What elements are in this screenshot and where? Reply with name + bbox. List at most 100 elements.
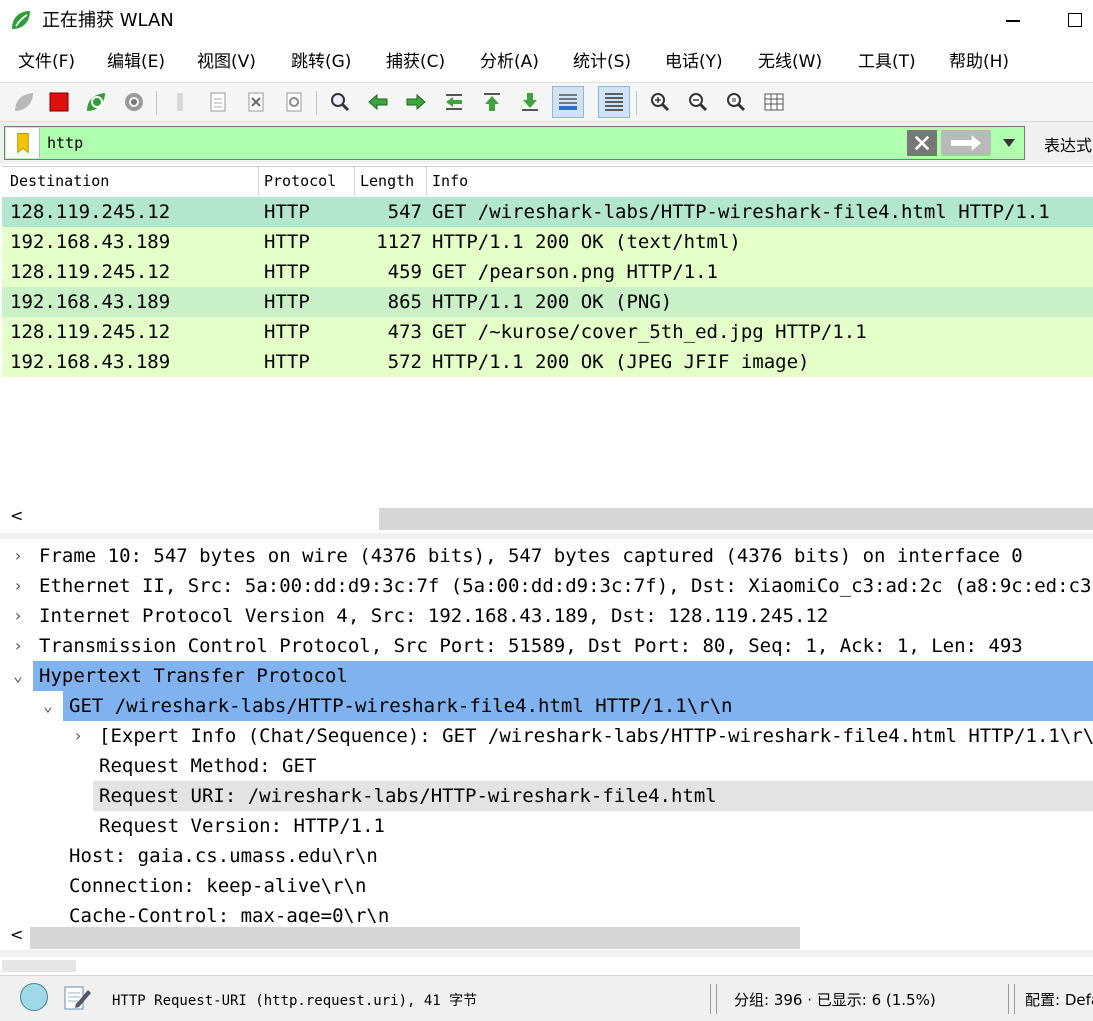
cell-protocol: HTTP: [264, 291, 310, 313]
cell-protocol: HTTP: [264, 201, 310, 223]
packet-row[interactable]: 128.119.245.12 HTTP 473 GET /~kurose/cov…: [2, 317, 1093, 347]
resize-columns-icon[interactable]: [758, 86, 790, 118]
restart-capture-icon[interactable]: [80, 86, 112, 118]
cell-length: 865: [387, 291, 422, 313]
scrollbar-thumb[interactable]: [30, 927, 800, 949]
packet-list-hscrollbar[interactable]: <: [2, 504, 1093, 532]
menu-go[interactable]: 跳转(G): [291, 50, 351, 74]
column-divider[interactable]: [354, 167, 355, 197]
detail-cache-control[interactable]: Cache-Control: max-age=0\r\n: [2, 901, 1093, 924]
menu-bar: 文件(F) 编辑(E) 视图(V) 跳转(G) 捕获(C) 分析(A) 统计(S…: [0, 42, 1093, 82]
zoom-in-icon[interactable]: [644, 86, 676, 118]
detail-http-request-line[interactable]: ⌄ GET /wireshark-labs/HTTP-wireshark-fil…: [2, 691, 1093, 721]
reload-file-icon[interactable]: [278, 86, 310, 118]
detail-ethernet[interactable]: › Ethernet II, Src: 5a:00:dd:d9:3c:7f (5…: [2, 571, 1093, 601]
scroll-left-icon[interactable]: <: [10, 504, 23, 528]
cell-length: 547: [387, 201, 422, 223]
detail-text: Connection: keep-alive\r\n: [69, 875, 367, 897]
column-divider[interactable]: [258, 167, 259, 197]
go-last-packet-icon[interactable]: [514, 86, 546, 118]
detail-request-method[interactable]: Request Method: GET: [2, 751, 1093, 781]
collapse-chevron-icon[interactable]: ⌄: [38, 691, 58, 721]
menu-file[interactable]: 文件(F): [18, 50, 75, 74]
detail-text: Request URI: /wireshark-labs/HTTP-wiresh…: [93, 781, 1093, 811]
details-hscrollbar[interactable]: <: [2, 923, 1093, 949]
capture-comment-icon[interactable]: [62, 982, 92, 1012]
go-to-packet-icon[interactable]: [438, 86, 470, 118]
detail-frame[interactable]: › Frame 10: 547 bytes on wire (4376 bits…: [2, 541, 1093, 571]
go-back-icon[interactable]: [362, 86, 394, 118]
expression-button[interactable]: 表达式: [1044, 132, 1092, 156]
zoom-reset-icon[interactable]: [720, 86, 752, 118]
column-header-info[interactable]: Info: [432, 172, 468, 190]
pane-splitter[interactable]: [0, 950, 1093, 957]
column-header-destination[interactable]: Destination: [10, 172, 109, 190]
menu-tools[interactable]: 工具(T): [858, 50, 916, 74]
apply-filter-arrow-icon[interactable]: [941, 130, 991, 156]
filter-history-dropdown-icon[interactable]: [995, 130, 1023, 156]
display-filter-field: [4, 126, 1025, 160]
collapse-chevron-icon[interactable]: ⌄: [8, 661, 28, 691]
menu-capture[interactable]: 捕获(C): [386, 50, 445, 74]
expand-chevron-icon[interactable]: ›: [8, 631, 28, 661]
packet-row[interactable]: 192.168.43.189 HTTP 1127 HTTP/1.1 200 OK…: [2, 227, 1093, 257]
detail-text: Hypertext Transfer Protocol: [33, 661, 1093, 691]
detail-connection[interactable]: Connection: keep-alive\r\n: [2, 871, 1093, 901]
expand-chevron-icon[interactable]: ›: [8, 571, 28, 601]
profile-label[interactable]: 配置: Default: [1025, 989, 1093, 1010]
expert-info-status-icon[interactable]: [20, 983, 48, 1011]
scrollbar-thumb[interactable]: [379, 508, 1093, 530]
expand-chevron-icon[interactable]: ›: [8, 601, 28, 631]
menu-wireless[interactable]: 无线(W): [758, 50, 822, 74]
scroll-left-icon[interactable]: <: [10, 923, 23, 947]
go-forward-icon[interactable]: [400, 86, 432, 118]
detail-text: Request Method: GET: [99, 755, 317, 777]
packet-row[interactable]: 192.168.43.189 HTTP 572 HTTP/1.1 200 OK …: [2, 347, 1093, 377]
maximize-button[interactable]: [1068, 13, 1082, 27]
menu-telephony[interactable]: 电话(Y): [665, 50, 723, 74]
packet-row[interactable]: 128.119.245.12 HTTP 459 GET /pearson.png…: [2, 257, 1093, 287]
column-header-protocol[interactable]: Protocol: [264, 172, 336, 190]
detail-expert-info[interactable]: › [Expert Info (Chat/Sequence): GET /wir…: [2, 721, 1093, 751]
menu-view[interactable]: 视图(V): [197, 50, 256, 74]
stop-capture-icon[interactable]: [43, 86, 75, 118]
auto-scroll-icon[interactable]: [552, 86, 584, 118]
cell-info: GET /~kurose/cover_5th_ed.jpg HTTP/1.1: [432, 321, 867, 343]
display-filter-input[interactable]: [41, 128, 905, 158]
start-capture-icon[interactable]: [8, 86, 40, 118]
detail-request-version[interactable]: Request Version: HTTP/1.1: [2, 811, 1093, 841]
status-separator: [1008, 984, 1009, 1014]
expand-chevron-icon[interactable]: ›: [8, 541, 28, 571]
pane-splitter[interactable]: [0, 533, 1093, 539]
packet-row-selected[interactable]: 128.119.245.12 HTTP 547 GET /wireshark-l…: [2, 197, 1093, 227]
save-file-icon[interactable]: [202, 86, 234, 118]
detail-http[interactable]: ⌄ Hypertext Transfer Protocol: [2, 661, 1093, 691]
colorize-icon[interactable]: [598, 86, 630, 118]
zoom-out-icon[interactable]: [682, 86, 714, 118]
packet-row[interactable]: 192.168.43.189 HTTP 865 HTTP/1.1 200 OK …: [2, 287, 1093, 317]
minimize-button[interactable]: [1000, 8, 1026, 34]
filter-bookmark-icon[interactable]: [6, 128, 40, 158]
expand-chevron-icon[interactable]: ›: [68, 721, 88, 751]
menu-statistics[interactable]: 统计(S): [573, 50, 631, 74]
detail-ipv4[interactable]: › Internet Protocol Version 4, Src: 192.…: [2, 601, 1093, 631]
open-file-icon[interactable]: [164, 86, 196, 118]
find-packet-icon[interactable]: [324, 86, 356, 118]
capture-options-icon[interactable]: [118, 86, 150, 118]
menu-edit[interactable]: 编辑(E): [107, 50, 165, 74]
detail-text: Request Version: HTTP/1.1: [99, 815, 385, 837]
menu-help[interactable]: 帮助(H): [949, 50, 1009, 74]
go-first-packet-icon[interactable]: [476, 86, 508, 118]
scrollbar-thumb[interactable]: [2, 960, 76, 972]
detail-request-uri[interactable]: Request URI: /wireshark-labs/HTTP-wiresh…: [2, 781, 1093, 811]
detail-tcp[interactable]: › Transmission Control Protocol, Src Por…: [2, 631, 1093, 661]
cell-info: HTTP/1.1 200 OK (text/html): [432, 231, 741, 253]
cell-info: HTTP/1.1 200 OK (JPEG JFIF image): [432, 351, 810, 373]
cell-destination: 128.119.245.12: [10, 261, 171, 283]
column-divider[interactable]: [426, 167, 427, 197]
menu-analyze[interactable]: 分析(A): [480, 50, 539, 74]
close-file-icon[interactable]: [240, 86, 272, 118]
clear-filter-icon[interactable]: [907, 130, 937, 156]
column-header-length[interactable]: Length: [360, 172, 414, 190]
detail-host[interactable]: Host: gaia.cs.umass.edu\r\n: [2, 841, 1093, 871]
